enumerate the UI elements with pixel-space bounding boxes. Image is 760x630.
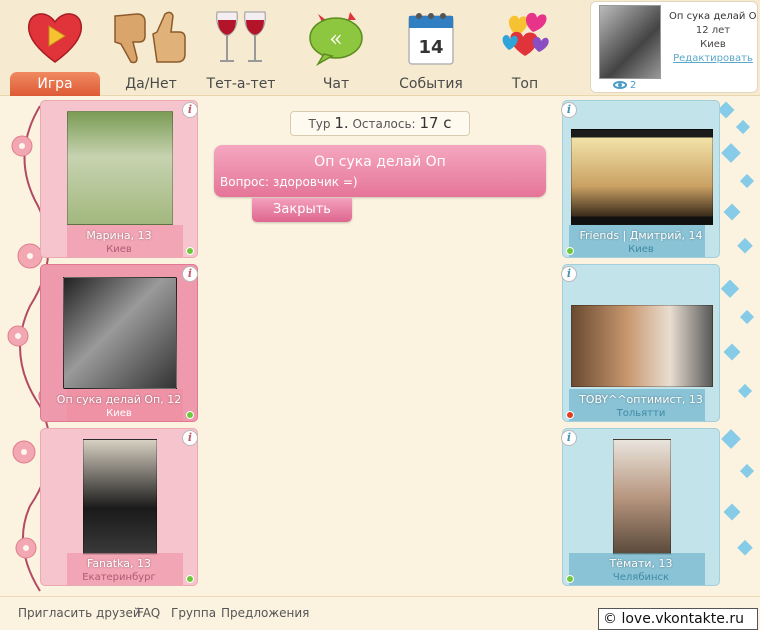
player-card-right-1[interactable]: Friends | Дмитрий, 14 Киев i (561, 100, 720, 258)
question-text: Вопрос: здоровчик =) (220, 175, 358, 189)
profile-name: Оп сука делай Оп (669, 11, 757, 22)
player-photo (613, 439, 671, 555)
info-icon[interactable]: i (561, 430, 577, 446)
nav-label-chat: Чат (322, 76, 350, 92)
player-card-left-1[interactable]: Марина, 13 Киев i (40, 100, 198, 258)
profile-views: 2 (613, 80, 636, 91)
thumbs-icon (114, 11, 186, 64)
calendar-day: 14 (418, 37, 443, 58)
info-icon[interactable]: i (561, 266, 577, 282)
player-name: Fanatka, 13 (87, 557, 151, 570)
nav-item-chat[interactable]: « Чат (291, 0, 381, 96)
nav-label-game: Игра (37, 76, 73, 92)
close-button[interactable]: Закрыть (252, 198, 352, 222)
info-icon[interactable]: i (182, 102, 198, 118)
nav-item-events[interactable]: 14 События (386, 0, 476, 96)
top-navigation: Игра Да/Нет Тет-а-тет « Чат 14 События Т… (0, 0, 760, 96)
nav-item-yes-no[interactable]: Да/Нет (106, 0, 196, 96)
offline-status-icon (566, 411, 574, 419)
question-author: Оп сука делай Оп (314, 154, 446, 170)
invite-friends-link[interactable]: Пригласить друзей (18, 606, 141, 620)
remaining-time: 17 с (419, 114, 452, 132)
player-photo (67, 111, 173, 225)
hearts-bouquet-icon (502, 12, 549, 56)
chat-bubble-icon: « (309, 12, 363, 67)
edit-profile-link[interactable]: Редактировать (669, 53, 757, 64)
info-icon[interactable]: i (561, 102, 577, 118)
svg-text:«: « (329, 27, 342, 52)
player-name: Friends | Дмитрий, 14 (579, 229, 703, 242)
suggestions-link[interactable]: Предложения (221, 606, 309, 620)
player-card-left-3[interactable]: Fanatka, 13 Екатеринбург i (40, 428, 198, 586)
round-info: Тур 1. Осталось: 17 с (290, 111, 470, 136)
remaining-label: Осталось: (352, 117, 416, 131)
player-city: Киев (106, 244, 132, 255)
round-number: 1. (334, 114, 349, 132)
online-status-icon (186, 247, 194, 255)
profile-card: Оп сука делай Оп 12 лет Киев Редактирова… (590, 1, 758, 93)
player-name: TOBY^^оптимист, 13 (579, 393, 703, 406)
online-status-icon (566, 247, 574, 255)
profile-age: 12 лет (695, 25, 731, 36)
group-link[interactable]: Группа (171, 606, 216, 620)
nav-label-events: События (399, 76, 463, 92)
online-status-icon (186, 575, 194, 583)
player-city: Киев (628, 244, 654, 255)
nav-item-game[interactable]: Игра (10, 0, 100, 96)
player-city: Тольятти (616, 408, 666, 419)
player-photo (571, 305, 713, 387)
player-city: Киев (106, 408, 132, 419)
info-icon[interactable]: i (182, 430, 198, 446)
info-icon[interactable]: i (182, 266, 198, 282)
nav-label-tete-a-tete: Тет-а-тет (206, 76, 276, 92)
player-name: Марина, 13 (86, 229, 152, 242)
online-status-icon (186, 411, 194, 419)
player-photo (63, 277, 177, 389)
nav-label-yes-no: Да/Нет (125, 76, 177, 92)
player-city: Челябинск (612, 572, 670, 583)
player-card-right-3[interactable]: Тёмати, 13 Челябинск i (561, 428, 720, 586)
nav-item-top[interactable]: Топ (480, 0, 570, 96)
player-card-right-2[interactable]: TOBY^^оптимист, 13 Тольятти i (561, 264, 720, 422)
copyright-watermark: © love.vkontakte.ru (598, 608, 758, 630)
player-name: Тёмати, 13 (609, 557, 673, 570)
player-card-left-2[interactable]: Оп сука делай Оп, 12 Киев i (40, 264, 198, 422)
calendar-icon: 14 (408, 13, 454, 65)
question-bubble: Оп сука делай Оп Вопрос: здоровчик =) (214, 145, 546, 197)
avatar[interactable] (599, 5, 661, 79)
eye-icon (613, 81, 627, 89)
player-photo (83, 439, 157, 555)
player-city: Екатеринбург (82, 572, 156, 583)
nav-item-tete-a-tete[interactable]: Тет-а-тет (196, 0, 286, 96)
views-count: 2 (630, 80, 637, 91)
heart-play-icon (27, 13, 83, 63)
wine-glasses-icon (216, 11, 266, 62)
profile-city: Киев (700, 39, 726, 50)
player-photo (571, 129, 713, 225)
round-label: Тур (308, 117, 331, 131)
nav-label-top: Топ (511, 76, 539, 92)
online-status-icon (566, 575, 574, 583)
faq-link[interactable]: FAQ (137, 606, 160, 620)
player-name: Оп сука делай Оп, 12 (56, 393, 182, 406)
